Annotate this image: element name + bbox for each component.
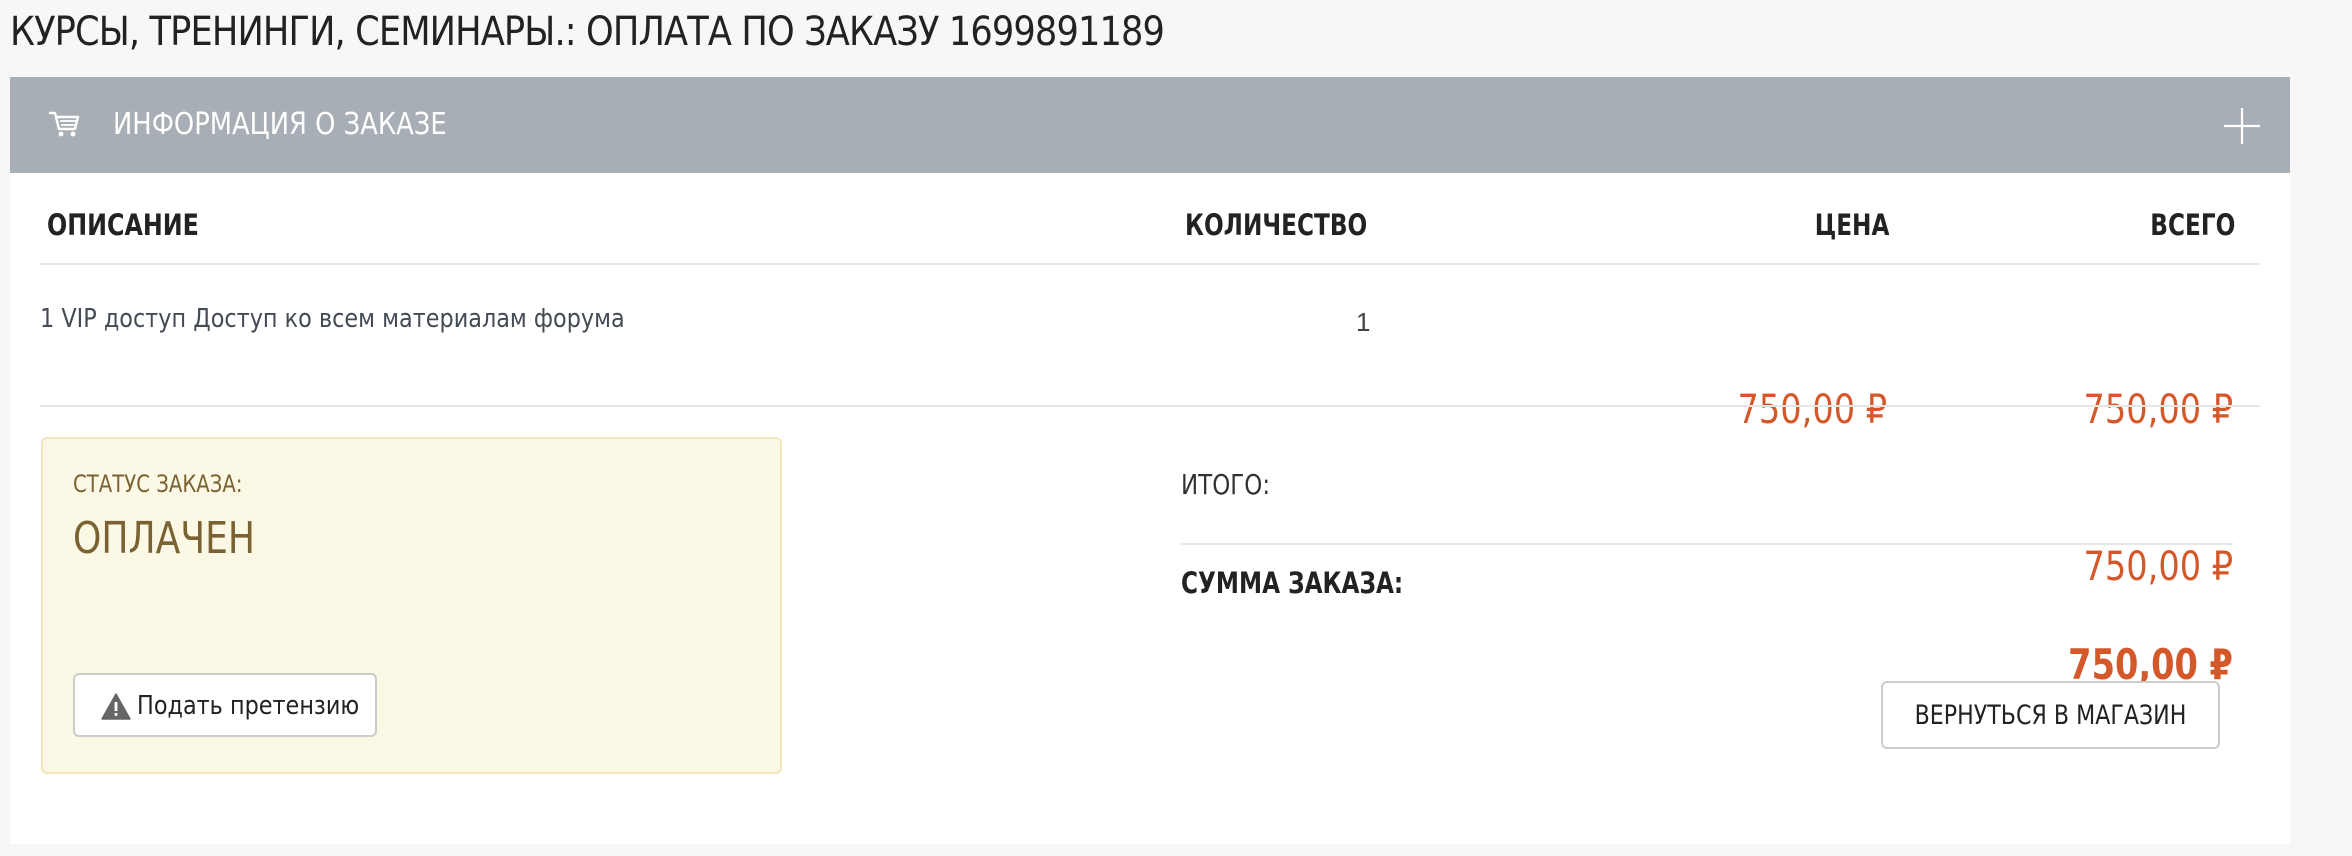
item-quantity: 1 xyxy=(1356,307,1371,337)
file-claim-label: Подать претензию xyxy=(137,691,360,721)
warning-icon xyxy=(101,693,131,720)
file-claim-button[interactable]: Подать претензию xyxy=(73,673,377,737)
panel-header-title: ИНФОРМАЦИЯ О ЗАКАЗЕ xyxy=(113,107,447,142)
item-total: 750,00 ₽ xyxy=(2083,387,2233,433)
order-status-box: СТАТУС ЗАКАЗА: ОПЛАЧЕН Подать претензию xyxy=(41,437,782,774)
item-price: 750,00 ₽ xyxy=(1737,387,1887,433)
order-info-panel: ИНФОРМАЦИЯ О ЗАКАЗЕ ОПИСАНИЕ КОЛИЧЕСТВО … xyxy=(10,77,2290,844)
column-header-total: ВСЕГО xyxy=(2149,208,2235,242)
status-label: СТАТУС ЗАКАЗА: xyxy=(73,470,243,498)
column-header-price: ЦЕНА xyxy=(1814,208,1889,242)
back-to-shop-label: ВЕРНУТЬСЯ В МАГАЗИН xyxy=(1914,700,2187,731)
summary-divider xyxy=(1181,543,2233,545)
back-to-shop-button[interactable]: ВЕРНУТЬСЯ В МАГАЗИН xyxy=(1881,681,2220,749)
item-description: 1 VIP доступ Доступ ко всем материалам ф… xyxy=(40,304,625,334)
subtotal-value: 750,00 ₽ xyxy=(2083,544,2233,590)
row-divider xyxy=(40,405,2260,407)
subtotal-label: ИТОГО: xyxy=(1181,468,1271,501)
order-sum-label: СУММА ЗАКАЗА: xyxy=(1181,566,1404,600)
panel-header[interactable]: ИНФОРМАЦИЯ О ЗАКАЗЕ xyxy=(10,77,2290,173)
cart-icon xyxy=(48,111,80,137)
plus-icon[interactable] xyxy=(2222,106,2262,146)
column-header-quantity: КОЛИЧЕСТВО xyxy=(1185,208,1368,242)
page-title: КУРСЫ, ТРЕНИНГИ, СЕМИНАРЫ.: ОПЛАТА ПО ЗА… xyxy=(10,9,1165,55)
column-header-description: ОПИСАНИЕ xyxy=(47,208,199,242)
header-divider xyxy=(40,263,2260,265)
status-value: ОПЛАЧЕН xyxy=(73,513,256,564)
